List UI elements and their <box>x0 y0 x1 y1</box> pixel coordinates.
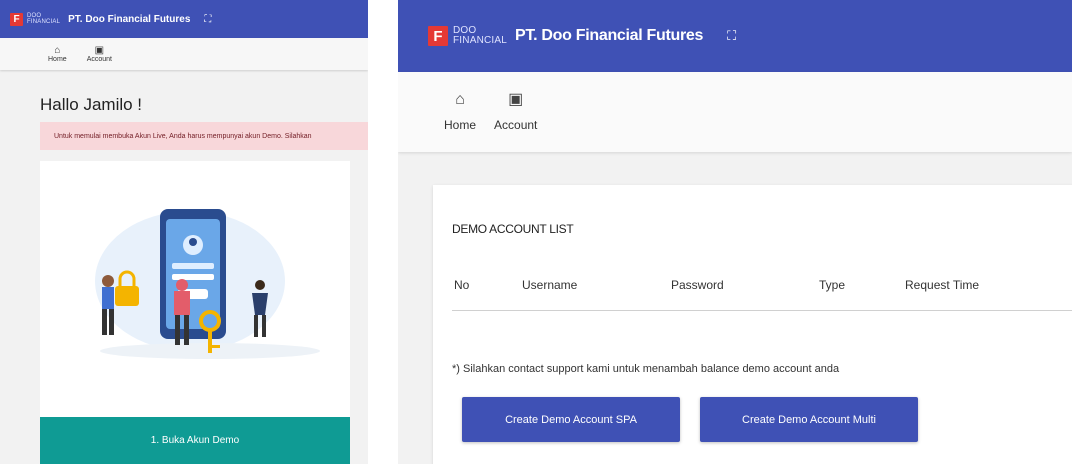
home-icon: ⌂ <box>455 91 465 108</box>
account-card-icon: ▣ <box>508 91 524 108</box>
step-open-demo-account[interactable]: 1. Buka Akun Demo <box>40 417 350 464</box>
brand-logo-icon-right: F <box>428 26 448 46</box>
main-nav: ⌂ Home ▣ Account <box>0 38 368 70</box>
greeting-title: Hallo Jamilo ! <box>40 95 143 114</box>
balance-note: *) Silahkan contact support kami untuk m… <box>452 363 840 375</box>
column-header-type: Type <box>819 278 846 292</box>
brand-name: PT. Doo Financial Futures <box>68 13 191 25</box>
demo-required-alert: Untuk memulai membuka Akun Live, Anda ha… <box>40 122 368 150</box>
fullscreen-icon[interactable]: ⛶ <box>727 28 736 44</box>
brand-logo-icon: F <box>10 12 23 26</box>
demo-account-list-title: DEMO ACCOUNT LIST <box>452 222 574 236</box>
column-header-request-time: Request Time <box>905 278 980 292</box>
main-nav-right: ⌂ Home ▣ Account <box>398 72 1072 152</box>
brand-logo-text: DOO FINANCIAL <box>27 13 60 25</box>
brand-logo-text-right: DOO FINANCIAL <box>453 26 507 46</box>
brand-name-right: PT. Doo Financial Futures <box>515 27 704 44</box>
nav-item-account[interactable]: ▣ Account <box>494 72 537 152</box>
onboarding-card: 1. Buka Akun Demo <box>40 161 350 464</box>
nav-label-home: Home <box>48 56 67 63</box>
security-illustration <box>95 209 320 359</box>
nav-item-home[interactable]: ⌂ Home <box>48 38 67 70</box>
account-card-icon: ▣ <box>94 45 105 56</box>
home-icon: ⌂ <box>54 45 61 56</box>
fullscreen-icon[interactable]: ⛶ <box>204 14 211 25</box>
nav-item-home[interactable]: ⌂ Home <box>444 72 476 152</box>
create-demo-account-spa-button[interactable]: Create Demo Account SPA <box>462 397 680 442</box>
nav-label-home: Home <box>444 118 477 132</box>
logo-line-2-right: FINANCIAL <box>453 35 508 46</box>
nav-item-account[interactable]: ▣ Account <box>87 38 112 70</box>
column-header-username: Username <box>522 278 578 292</box>
table-divider <box>452 310 1072 311</box>
column-header-no: No <box>454 278 470 292</box>
left-window: F DOO FINANCIAL PT. Doo Financial Future… <box>0 0 368 464</box>
logo-line-2: FINANCIAL <box>27 19 61 25</box>
demo-account-panel: DEMO ACCOUNT LIST No Username Password T… <box>433 185 1072 464</box>
top-bar-right: F DOO FINANCIAL PT. Doo Financial Future… <box>398 0 1072 72</box>
column-header-password: Password <box>671 278 724 292</box>
top-bar: F DOO FINANCIAL PT. Doo Financial Future… <box>0 0 368 38</box>
nav-label-account: Account <box>86 56 112 63</box>
create-demo-account-multi-button[interactable]: Create Demo Account Multi <box>700 397 918 442</box>
nav-label-account: Account <box>494 118 538 132</box>
right-window: F DOO FINANCIAL PT. Doo Financial Future… <box>398 0 1072 464</box>
